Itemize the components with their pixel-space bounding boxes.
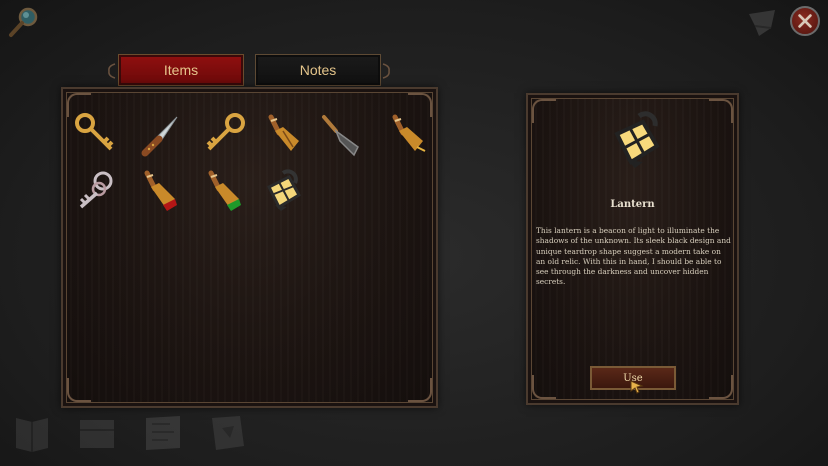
skeleton-key-ring-icon — [79, 171, 113, 209]
panel-corner — [408, 378, 432, 402]
inventory-slot-gold-key[interactable] — [71, 111, 119, 159]
close-icon — [798, 14, 812, 28]
inventory-slot-key-ring[interactable] — [73, 167, 121, 215]
close-button[interactable] — [790, 6, 820, 36]
magnifier-icon[interactable] — [6, 4, 42, 40]
chest-icon[interactable] — [74, 410, 120, 456]
item-detail-panel: Lantern This lantern is a beacon of ligh… — [526, 93, 739, 405]
tab-ornament-right — [382, 63, 390, 79]
red-brush-icon — [144, 170, 177, 211]
inventory-slot-broom[interactable] — [381, 111, 429, 159]
item-description: This lantern is a beacon of light to ill… — [536, 226, 731, 287]
broom-icon — [392, 114, 426, 152]
inventory-slot-trowel[interactable] — [318, 111, 366, 159]
book-icon[interactable] — [204, 410, 250, 456]
inventory-slot-knife[interactable] — [135, 111, 183, 159]
journal-icon[interactable] — [10, 410, 56, 456]
gold-key-icon — [206, 113, 245, 151]
inventory-slot-red-brush[interactable] — [135, 169, 183, 217]
tab-notes[interactable]: Notes — [255, 54, 381, 86]
inventory-slot-gold-key[interactable] — [199, 111, 247, 159]
panel-corner — [709, 99, 733, 123]
broom-icon — [268, 114, 299, 151]
gold-key-icon — [75, 113, 114, 151]
tab-items[interactable]: Items — [118, 54, 244, 86]
pointer-cursor-icon — [630, 380, 644, 394]
lantern-icon — [614, 111, 660, 168]
item-name: Lantern — [610, 199, 655, 210]
panel-corner — [67, 378, 91, 402]
hat-icon[interactable] — [745, 6, 781, 40]
inventory-panel — [61, 87, 438, 408]
inventory-slot-green-brush[interactable] — [199, 169, 247, 217]
lantern-icon — [266, 169, 302, 211]
map-icon[interactable] — [140, 410, 186, 456]
green-brush-icon — [208, 170, 241, 211]
panel-corner — [532, 375, 556, 399]
knife-icon — [141, 116, 178, 157]
panel-corner — [709, 375, 733, 399]
tab-ornament-left — [108, 63, 116, 79]
inventory-slot-broom[interactable] — [257, 111, 305, 159]
trowel-icon — [322, 115, 359, 157]
panel-corner — [532, 99, 556, 123]
inventory-slot-lantern[interactable] — [257, 169, 305, 217]
